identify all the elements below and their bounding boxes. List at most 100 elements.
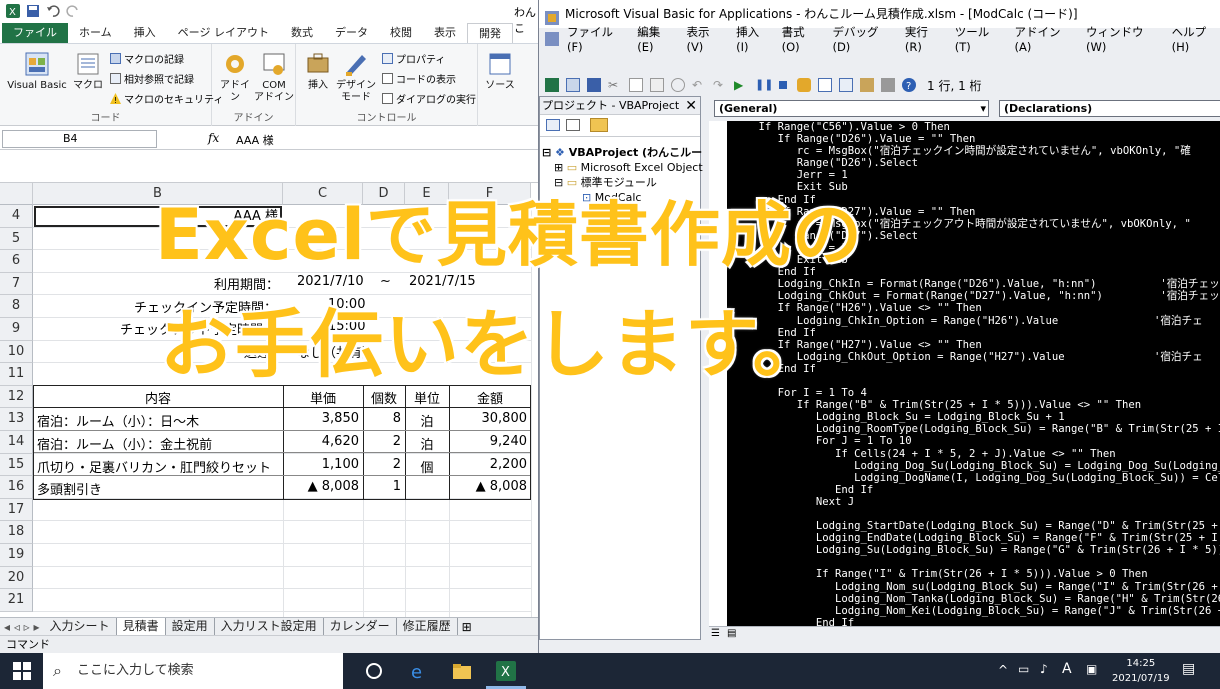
sheet-tab-input-list[interactable]: 入力リスト設定用 bbox=[215, 618, 324, 635]
row-header[interactable]: 15 bbox=[0, 453, 33, 477]
row-header[interactable]: 21 bbox=[0, 589, 33, 612]
table-cell[interactable]: 9,240 bbox=[453, 434, 527, 449]
volume-icon[interactable]: ♪ bbox=[1040, 662, 1048, 676]
row-header[interactable]: 8 bbox=[0, 295, 33, 318]
tab-formulas[interactable]: 数式 bbox=[280, 23, 324, 43]
row-header[interactable]: 14 bbox=[0, 431, 33, 454]
source-button[interactable]: ソース bbox=[482, 50, 518, 92]
cut-icon[interactable]: ✂ bbox=[608, 78, 622, 92]
row-header[interactable]: 9 bbox=[0, 318, 33, 341]
sheet-tab-input[interactable]: 入力シート bbox=[44, 618, 117, 635]
menu-file[interactable]: ファイル(F) bbox=[567, 24, 625, 54]
properties-button[interactable]: プロパティ bbox=[382, 51, 445, 66]
find-icon[interactable] bbox=[671, 78, 685, 92]
view-excel-icon[interactable] bbox=[545, 78, 559, 92]
sheet-tab-history[interactable]: 修正履歴 bbox=[397, 618, 458, 635]
notification-icon[interactable]: ▤ bbox=[1182, 661, 1195, 677]
tree-item-vbaproject[interactable]: ⊟ ❖ VBAProject (わんこルー bbox=[542, 145, 703, 160]
menu-insert[interactable]: 挿入(I) bbox=[736, 24, 769, 54]
view-object-icon[interactable] bbox=[566, 119, 580, 131]
close-icon[interactable]: ✕ bbox=[685, 97, 697, 115]
table-cell[interactable]: 泊 bbox=[409, 434, 445, 453]
menu-run[interactable]: 実行(R) bbox=[905, 24, 943, 54]
view-code-button[interactable]: コードの表示 bbox=[382, 71, 456, 86]
undo-icon[interactable] bbox=[46, 4, 60, 18]
formula-input[interactable]: AAA 様 bbox=[236, 132, 274, 148]
menu-window[interactable]: ウィンドウ(W) bbox=[1086, 24, 1160, 54]
excel-taskbar-icon[interactable]: X bbox=[496, 661, 516, 681]
tab-developer[interactable]: 開発 bbox=[466, 23, 513, 43]
table-cell[interactable]: 2 bbox=[367, 457, 401, 472]
tree-item-excel-objects[interactable]: ⊞ ▭ Microsoft Excel Object bbox=[542, 160, 703, 175]
task-view-icon[interactable] bbox=[364, 661, 384, 681]
cell-period-from[interactable]: 2021/7/10 bbox=[297, 274, 364, 289]
properties-window-icon[interactable] bbox=[839, 78, 853, 92]
menu-addins[interactable]: アドイン(A) bbox=[1015, 24, 1074, 54]
tab-page-layout[interactable]: ページ レイアウト bbox=[167, 23, 280, 43]
table-cell[interactable]: 宿泊：ルーム（小）：日～木 bbox=[37, 411, 279, 430]
ime-indicator[interactable]: A bbox=[1062, 661, 1072, 677]
toggle-folders-icon[interactable] bbox=[590, 118, 608, 132]
table-cell[interactable]: 個 bbox=[409, 457, 445, 476]
save-icon[interactable] bbox=[26, 4, 40, 18]
table-cell[interactable]: 8 bbox=[367, 411, 401, 426]
table-cell[interactable]: 2 bbox=[367, 434, 401, 449]
tab-review[interactable]: 校閲 bbox=[379, 23, 423, 43]
network-icon[interactable]: ▭ bbox=[1018, 662, 1029, 676]
menu-tools[interactable]: ツール(T) bbox=[955, 24, 1003, 54]
row-header[interactable]: 4 bbox=[0, 205, 33, 228]
project-explorer-icon[interactable] bbox=[818, 78, 832, 92]
menu-debug[interactable]: デバッグ(D) bbox=[832, 24, 892, 54]
table-cell[interactable]: 3,850 bbox=[287, 411, 359, 426]
cell-period-to[interactable]: 2021/7/15 bbox=[409, 274, 476, 289]
select-all-corner[interactable] bbox=[0, 183, 33, 205]
procedure-view-icon[interactable]: ☰ bbox=[711, 628, 720, 639]
tab-file[interactable]: ファイル bbox=[2, 23, 68, 43]
com-addin-button[interactable]: COM アドイン bbox=[254, 50, 294, 104]
insert-control-button[interactable]: 挿入 bbox=[300, 50, 336, 92]
undo-icon[interactable]: ↶ bbox=[692, 78, 706, 92]
row-header[interactable]: 20 bbox=[0, 566, 33, 590]
visual-basic-button[interactable]: Visual Basic bbox=[4, 50, 70, 92]
table-cell[interactable]: 30,800 bbox=[453, 411, 528, 426]
table-cell[interactable]: 宿泊：ルーム（小）：金土祝前 bbox=[37, 434, 279, 453]
edge-browser-icon[interactable]: e bbox=[409, 661, 429, 683]
vba-menu-icon[interactable] bbox=[545, 32, 559, 49]
table-cell[interactable]: ▲ 8,008 bbox=[287, 479, 359, 494]
windows-start-icon[interactable] bbox=[12, 661, 32, 681]
object-combo[interactable]: (General) ▾ bbox=[714, 100, 989, 117]
table-cell[interactable]: 4,620 bbox=[287, 434, 359, 449]
object-browser-icon[interactable] bbox=[860, 78, 874, 92]
table-cell[interactable]: 泊 bbox=[409, 411, 445, 430]
relative-reference-button[interactable]: 相対参照で記録 bbox=[110, 71, 194, 86]
row-header[interactable]: 5 bbox=[0, 227, 33, 251]
row-header[interactable]: 7 bbox=[0, 272, 33, 296]
tab-data[interactable]: データ bbox=[324, 23, 379, 43]
menu-view[interactable]: 表示(V) bbox=[686, 24, 724, 54]
sheet-nav-arrows-icon[interactable]: ◂ ◃ ▹ ▸ bbox=[0, 620, 44, 634]
copy-icon[interactable] bbox=[629, 78, 643, 92]
row-header[interactable]: 10 bbox=[0, 340, 33, 364]
pause-icon[interactable]: ❚❚ bbox=[755, 78, 773, 92]
file-explorer-icon[interactable] bbox=[452, 661, 472, 681]
table-cell[interactable]: 1,100 bbox=[287, 457, 359, 472]
row-header[interactable]: 19 bbox=[0, 544, 33, 567]
cell-period-label[interactable]: 利用期間： bbox=[214, 274, 279, 293]
taskbar-search-input[interactable]: ⌕ ここに入力して検索 bbox=[43, 653, 343, 689]
table-cell[interactable]: 爪切り・足裏バリカン・肛門絞りセット bbox=[37, 457, 279, 476]
design-mode-button[interactable]: デザイン モード bbox=[336, 50, 376, 104]
redo-icon[interactable]: ↷ bbox=[713, 78, 727, 92]
macro-security-button[interactable]: ! マクロのセキュリティ bbox=[110, 91, 223, 106]
record-macro-button[interactable]: マクロの記録 bbox=[110, 51, 184, 66]
tab-insert[interactable]: 挿入 bbox=[123, 23, 167, 43]
tab-home[interactable]: ホーム bbox=[68, 23, 123, 43]
taskbar-clock[interactable]: 14:25 2021/07/19 bbox=[1112, 656, 1170, 686]
row-header[interactable]: 12 bbox=[0, 385, 33, 409]
table-cell[interactable]: 1 bbox=[367, 479, 401, 494]
row-header[interactable]: 16 bbox=[0, 476, 33, 499]
insert-module-icon[interactable] bbox=[566, 78, 580, 92]
full-module-view-icon[interactable]: ▤ bbox=[727, 628, 736, 639]
stop-icon[interactable] bbox=[776, 78, 790, 92]
row-header[interactable]: 18 bbox=[0, 521, 33, 544]
run-icon[interactable]: ▶ bbox=[734, 78, 748, 92]
